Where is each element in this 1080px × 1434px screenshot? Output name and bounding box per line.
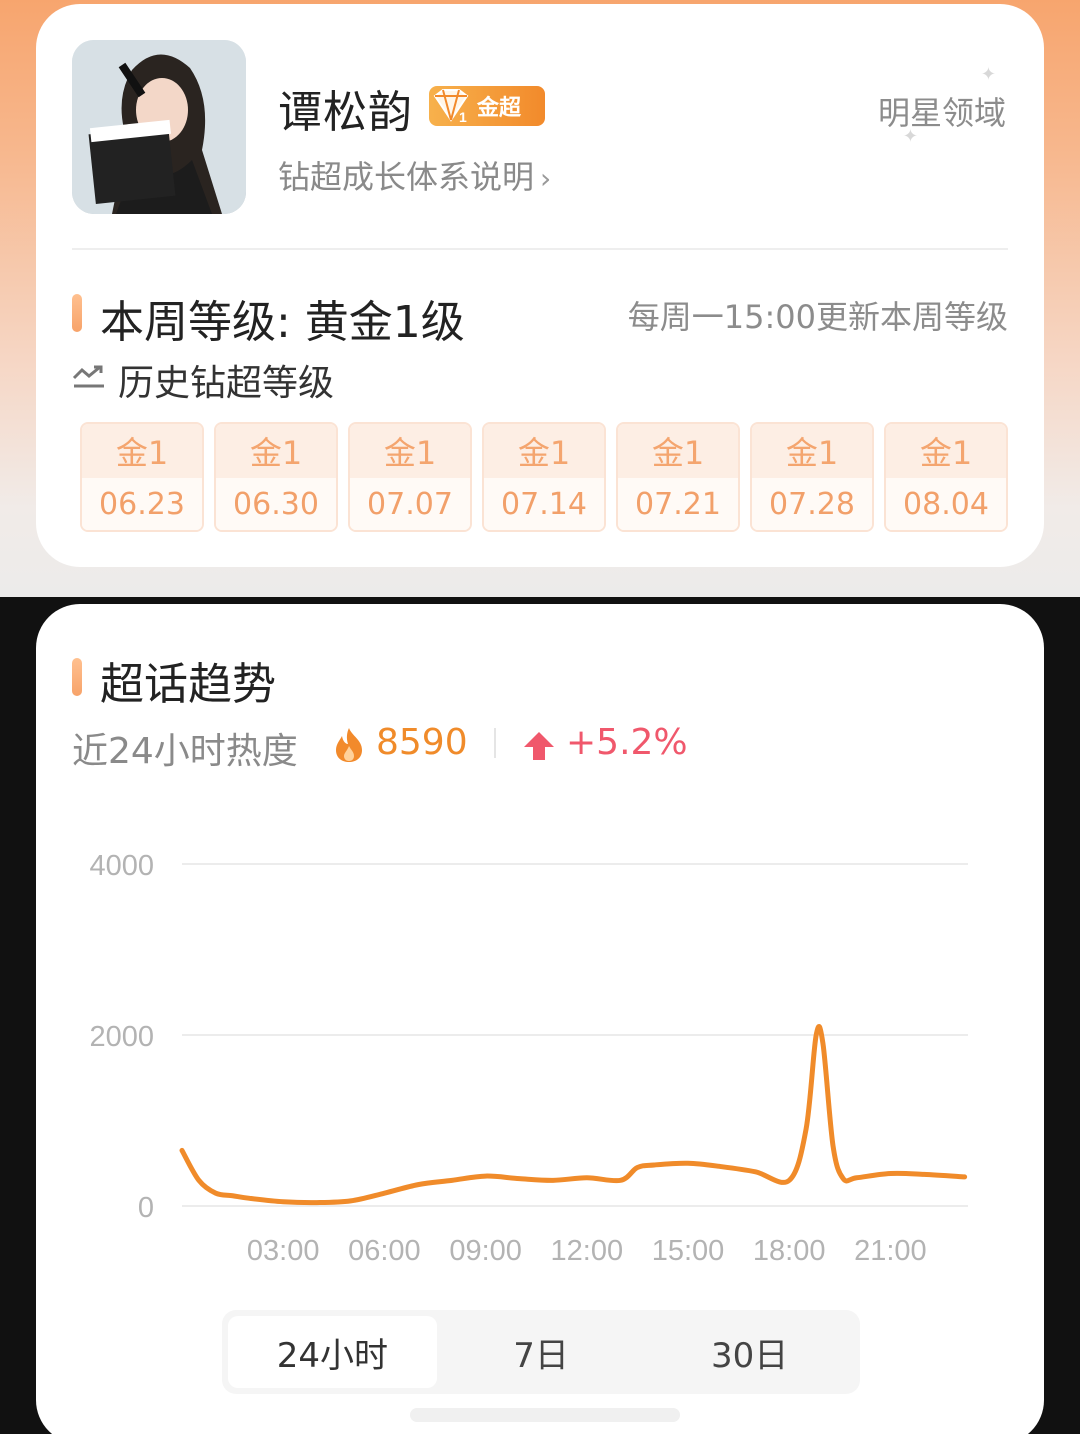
x-tick-label: 03:00 [247, 1235, 320, 1267]
history-week-date: 06.30 [216, 478, 336, 530]
history-week: 金1 07.28 [750, 422, 874, 532]
history-week: 金1 07.07 [348, 422, 472, 532]
history-week: 金1 06.23 [80, 422, 204, 532]
avatar[interactable] [72, 40, 246, 214]
sparkle-icon: ✦ [902, 126, 918, 147]
growth-system-label: 钻超成长体系说明 [278, 158, 535, 196]
history-week-level: 金1 [216, 424, 336, 478]
history-week: 金1 06.30 [214, 422, 338, 532]
history-week: 金1 08.04 [884, 422, 1008, 532]
history-week-date: 08.04 [886, 478, 1006, 530]
super-fan-badge[interactable]: 1 金超 [429, 86, 545, 126]
history-week-level: 金1 [752, 424, 872, 478]
section-accent [72, 294, 82, 332]
history-week-date: 07.07 [350, 478, 470, 530]
topic-trend-card: 超话趋势 近24小时热度 8590 +5.2% 0 2000 4000 03:00 06… [36, 604, 1044, 1434]
x-tick-label: 09:00 [449, 1235, 522, 1267]
tab-30d[interactable]: 30日 [645, 1316, 854, 1388]
history-level-list: 金1 06.23 金1 06.30 金1 07.07 金1 07.14 金1 0… [80, 422, 1008, 532]
home-indicator [410, 1408, 680, 1422]
divider [72, 248, 1008, 250]
range-tabs: 24小时 7日 30日 [222, 1310, 860, 1394]
x-tick-label: 15:00 [652, 1235, 725, 1267]
trend-icon [72, 365, 104, 388]
x-tick-label: 12:00 [551, 1235, 624, 1267]
series-line [179, 1024, 968, 1206]
history-week: 金1 07.21 [616, 422, 740, 532]
update-note: 每周一15:00更新本周等级 [627, 298, 1008, 336]
history-week-level: 金1 [82, 424, 202, 478]
chevron-right-icon: › [540, 162, 552, 195]
history-week-date: 07.28 [752, 478, 872, 530]
history-level-title: 历史钻超等级 [118, 363, 335, 404]
y-tick-label: 4000 [89, 850, 154, 882]
x-tick-label: 06:00 [348, 1235, 421, 1267]
tab-24h[interactable]: 24小时 [228, 1316, 437, 1388]
history-week: 金1 07.14 [482, 422, 606, 532]
history-week-date: 06.23 [82, 478, 202, 530]
x-tick-label: 21:00 [854, 1235, 927, 1267]
current-week-level: 本周等级: 黄金1级 [100, 297, 465, 348]
history-week-level: 金1 [484, 424, 604, 478]
domain-label[interactable]: 明星领域 [878, 88, 1006, 134]
history-week-level: 金1 [886, 424, 1006, 478]
diamond-icon: 1 [429, 86, 473, 126]
history-week-level: 金1 [350, 424, 470, 478]
history-week-date: 07.14 [484, 478, 604, 530]
tab-7d[interactable]: 7日 [437, 1316, 646, 1388]
x-tick-label: 18:00 [753, 1235, 826, 1267]
growth-system-link[interactable]: 钻超成长体系说明 › [278, 152, 551, 198]
star-name: 谭松韵 [278, 87, 413, 138]
sparkle-icon: ✦ [980, 64, 996, 85]
history-week-level: 金1 [618, 424, 738, 478]
y-tick-label: 0 [138, 1192, 154, 1224]
badge-level: 1 [459, 109, 467, 125]
star-profile-card: 谭松韵 1 金超 钻超成长体系说明 › 明星领域 ✦ ✦ 本周等级: 黄金1级 每… [36, 4, 1044, 567]
y-tick-label: 2000 [89, 1021, 154, 1053]
history-week-date: 07.21 [618, 478, 738, 530]
badge-label: 金超 [477, 96, 522, 121]
